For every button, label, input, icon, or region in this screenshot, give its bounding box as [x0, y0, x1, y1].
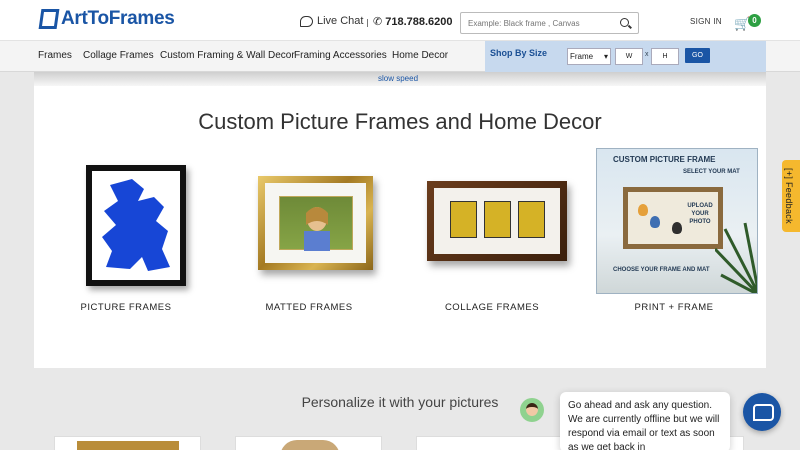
matted-photo: [279, 196, 353, 251]
collage-mat: [434, 188, 560, 254]
picture-frame-artwork: [92, 171, 180, 280]
go-button[interactable]: GO: [685, 48, 710, 63]
collage-photo: [518, 201, 545, 238]
nav-item-frames[interactable]: Frames: [38, 50, 72, 61]
mat-board: [265, 183, 366, 263]
shop-by-size-panel: Shop By Size Frame W x H GO: [485, 41, 766, 72]
chat-message-bubble[interactable]: Go ahead and ask any question. We are cu…: [560, 392, 730, 450]
promo-select-mat: SELECT YOUR MAT: [683, 169, 740, 175]
palm-leaf-decoration: [715, 222, 757, 293]
bird-illustration: [650, 216, 660, 228]
header-divider: [367, 19, 368, 27]
height-input[interactable]: H: [651, 48, 679, 65]
live-chat-label: Live Chat: [317, 15, 364, 27]
child-photo: [304, 207, 330, 251]
promo-frame: UPLOAD YOUR PHOTO: [623, 187, 723, 249]
category-matted-frames[interactable]: MATTED FRAMES: [229, 302, 389, 313]
search-input[interactable]: [461, 13, 611, 34]
page-title: Custom Picture Frames and Home Decor: [198, 109, 602, 134]
collage-frames-image[interactable]: [427, 181, 567, 261]
nav-item-custom-framing[interactable]: Custom Framing & Wall Decor: [160, 50, 295, 61]
width-input[interactable]: W: [615, 48, 643, 65]
shop-by-size-title: Shop By Size: [490, 48, 548, 58]
logo-mark-icon: [38, 9, 60, 29]
nav-item-collage-frames[interactable]: Collage Frames: [83, 50, 154, 61]
matted-frames-image[interactable]: [258, 176, 373, 270]
category-print-frame[interactable]: PRINT + FRAME: [594, 302, 754, 313]
phone-number: 718.788.6200: [385, 15, 453, 28]
promo-upload: UPLOAD YOUR PHOTO: [687, 203, 713, 225]
site-header: ArtToFrames Live Chat ✆ 718.788.6200 SIG…: [0, 0, 800, 41]
collage-photo: [450, 201, 477, 238]
size-type-select[interactable]: Frame: [567, 48, 611, 65]
cart-count-badge: 0: [748, 14, 761, 27]
live-chat-link[interactable]: Live Chat: [300, 15, 363, 27]
feedback-label: [+] Feedback: [784, 168, 794, 224]
search-icon[interactable]: [620, 18, 629, 27]
search-box: [460, 12, 639, 34]
size-separator: x: [645, 51, 649, 58]
agent-face: [526, 403, 538, 416]
category-collage-frames[interactable]: COLLAGE FRAMES: [412, 302, 572, 313]
product-thumbnail: [77, 441, 179, 450]
logo-text: ArtToFrames: [61, 8, 175, 29]
promo-choose: CHOOSE YOUR FRAME AND MAT: [613, 267, 710, 273]
chat-bubble-icon: [300, 15, 313, 27]
slow-speed-notice[interactable]: slow speed: [378, 74, 418, 83]
logo[interactable]: ArtToFrames: [38, 8, 175, 30]
phone-icon: ✆: [373, 16, 383, 28]
chat-message-text: Go ahead and ask any question. We are cu…: [568, 400, 720, 450]
nav-item-framing-accessories[interactable]: Framing Accessories: [294, 50, 387, 61]
sign-in-link[interactable]: SIGN IN: [690, 17, 722, 26]
collage-photo: [484, 201, 511, 238]
chat-agent-avatar: [520, 398, 544, 422]
feedback-tab[interactable]: [+] Feedback: [782, 160, 800, 232]
blue-figure-artwork: [102, 179, 170, 271]
product-card[interactable]: [54, 436, 201, 450]
bird-illustration: [638, 204, 648, 216]
product-thumbnail: [280, 440, 340, 450]
cart-button[interactable]: 🛒: [734, 15, 750, 30]
picture-frames-image[interactable]: [86, 165, 186, 286]
promo-title: CUSTOM PICTURE FRAME: [613, 155, 716, 164]
promo-mat: UPLOAD YOUR PHOTO: [628, 192, 718, 244]
chat-open-button[interactable]: [743, 393, 781, 431]
nav-item-home-decor[interactable]: Home Decor: [392, 50, 448, 61]
print-frame-promo-image[interactable]: CUSTOM PICTURE FRAME SELECT YOUR MAT UPL…: [596, 148, 758, 294]
category-picture-frames[interactable]: PICTURE FRAMES: [46, 302, 206, 313]
product-card[interactable]: [235, 436, 382, 450]
phone-link[interactable]: ✆ 718.788.6200: [373, 15, 453, 29]
